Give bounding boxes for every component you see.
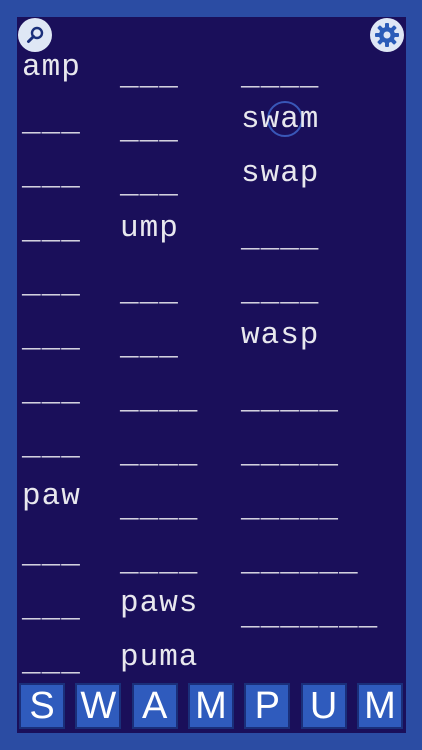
settings-button[interactable] [370,18,404,52]
letter-tile[interactable]: U [300,683,347,729]
word-slot: ____ [241,275,320,310]
word-slot: ___ [22,159,81,194]
word-slot: puma [120,640,199,675]
letter-tile[interactable]: A [131,683,178,729]
word-slot: paw [22,479,81,514]
word-slot: ___ [22,537,81,572]
word-slot: ___ [22,375,81,410]
word-slot: swap [241,156,320,191]
word-slot: swam [241,102,320,137]
word-slot: ___ [22,213,81,248]
word-slot: _____ [241,491,340,526]
word-slot: ____ [241,221,320,256]
word-slot: ______ [241,545,359,580]
word-slot: ump [120,211,179,246]
word-slot: ___ [120,329,179,364]
word-slot: ___ [22,429,81,464]
word-slot: _____ [241,383,340,418]
search-icon [27,26,44,43]
word-slot: ___ [22,321,81,356]
letter-tile[interactable]: S [19,683,65,729]
letter-tile[interactable]: M [187,683,234,729]
word-slot: ____ [120,383,199,418]
word-slot: ____ [120,491,199,526]
word-slot: amp [22,50,81,85]
word-slot: ____ [120,545,199,580]
word-slot: _______ [241,599,379,634]
search-button[interactable] [18,18,52,52]
word-slot: ___ [120,59,179,94]
gear-icon [375,23,399,47]
word-slot: ____ [241,59,320,94]
word-slot: ___ [120,275,179,310]
word-slot: ___ [120,113,179,148]
word-slot: _____ [241,437,340,472]
word-slot: ____ [120,437,199,472]
letter-tile[interactable]: W [75,683,122,729]
letter-tile[interactable]: M [356,683,403,729]
word-slot: ___ [22,267,81,302]
word-slot: paws [120,586,199,621]
letter-tiles: S W A M P U M [19,683,403,729]
word-slot: ___ [22,105,81,140]
word-slot: ___ [22,645,81,680]
word-slot: wasp [241,318,320,353]
word-slot: ___ [120,167,179,202]
game-frame: amp ___ ___ ___ ___ ___ ___ ___ paw ___ … [0,0,422,750]
letter-tile[interactable]: P [244,683,291,729]
word-slot: ___ [22,591,81,626]
